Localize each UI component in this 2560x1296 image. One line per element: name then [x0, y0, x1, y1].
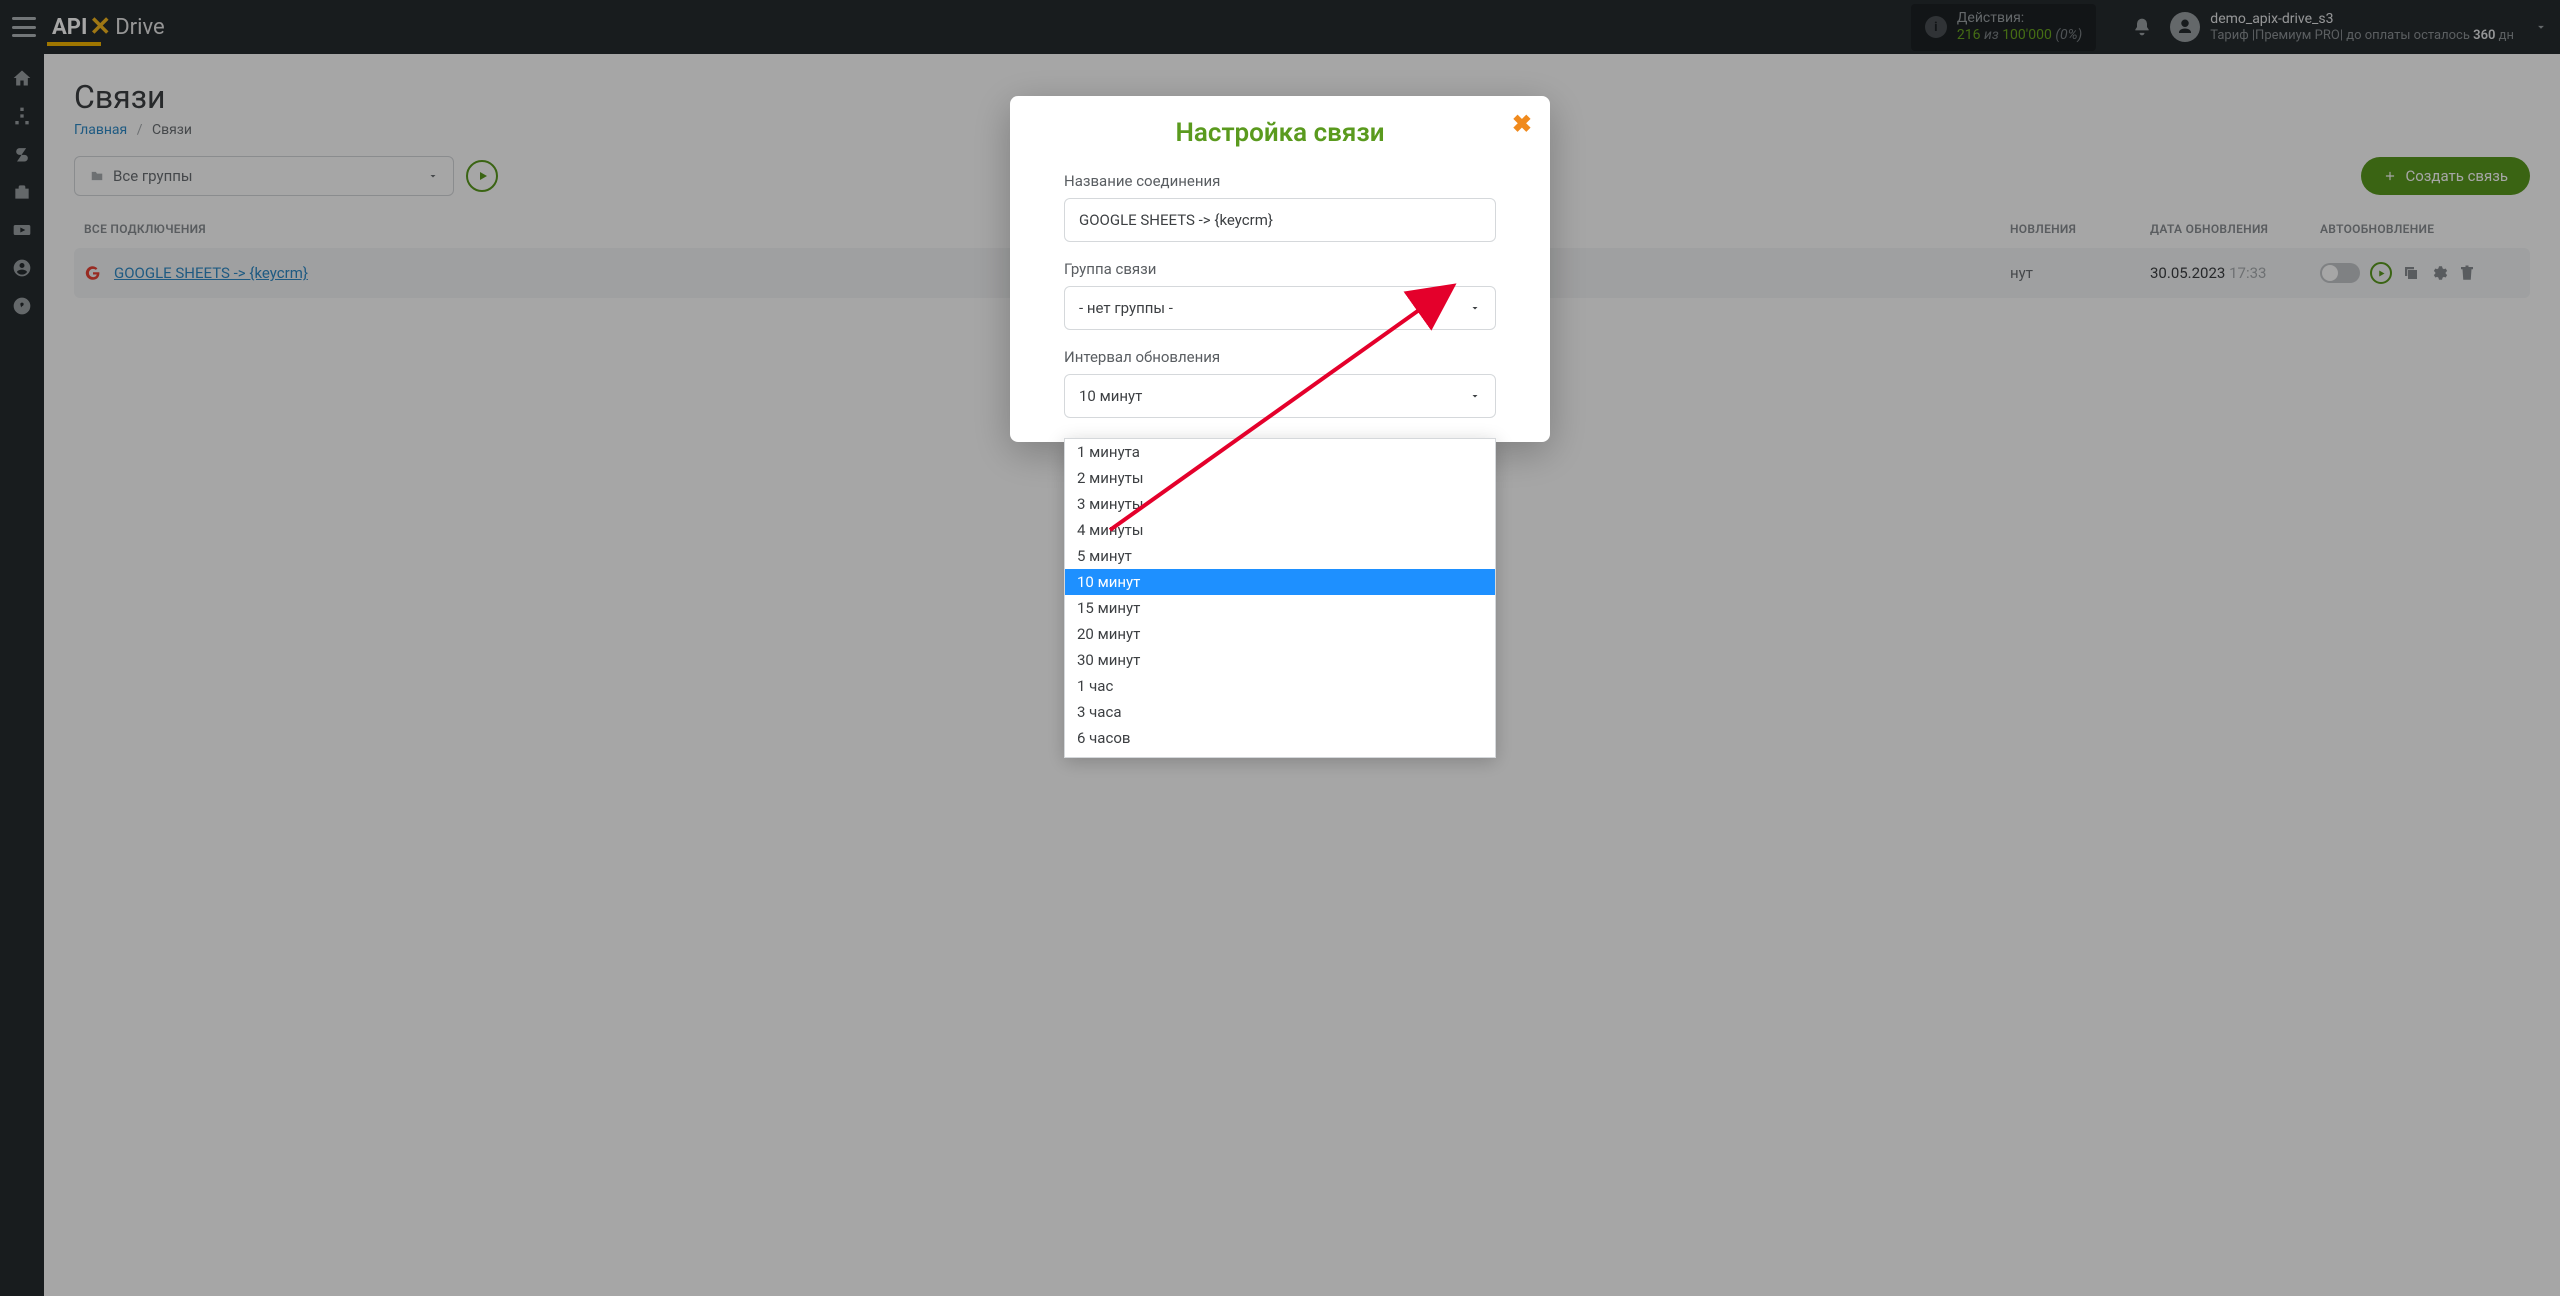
- label-connection-name: Название соединения: [1064, 172, 1496, 190]
- interval-option[interactable]: 5 минут: [1065, 543, 1495, 569]
- interval-option[interactable]: 4 минуты: [1065, 517, 1495, 543]
- interval-option[interactable]: 12 часов: [1065, 751, 1495, 758]
- group-select[interactable]: - нет группы -: [1064, 286, 1496, 330]
- interval-option[interactable]: 3 минуты: [1065, 491, 1495, 517]
- interval-option[interactable]: 15 минут: [1065, 595, 1495, 621]
- interval-dropdown: 1 минута2 минуты3 минуты4 минуты5 минут1…: [1064, 438, 1496, 758]
- interval-option[interactable]: 1 час: [1065, 673, 1495, 699]
- settings-modal: ✖ Настройка связи Название соединения Гр…: [1010, 96, 1550, 442]
- connection-name-input[interactable]: [1064, 198, 1496, 242]
- interval-option[interactable]: 20 минут: [1065, 621, 1495, 647]
- close-button[interactable]: ✖: [1512, 110, 1532, 138]
- chevron-down-icon: [1469, 302, 1481, 314]
- interval-option[interactable]: 10 минут: [1065, 569, 1495, 595]
- interval-select[interactable]: 10 минут: [1064, 374, 1496, 418]
- chevron-down-icon: [1469, 390, 1481, 402]
- interval-option[interactable]: 2 минуты: [1065, 465, 1495, 491]
- interval-option[interactable]: 30 минут: [1065, 647, 1495, 673]
- modal-overlay[interactable]: ✖ Настройка связи Название соединения Гр…: [0, 0, 2560, 1296]
- label-group: Группа связи: [1064, 260, 1496, 278]
- interval-option[interactable]: 6 часов: [1065, 725, 1495, 751]
- label-interval: Интервал обновления: [1064, 348, 1496, 366]
- interval-option[interactable]: 3 часа: [1065, 699, 1495, 725]
- interval-option[interactable]: 1 минута: [1065, 439, 1495, 465]
- modal-title: Настройка связи: [1010, 118, 1550, 148]
